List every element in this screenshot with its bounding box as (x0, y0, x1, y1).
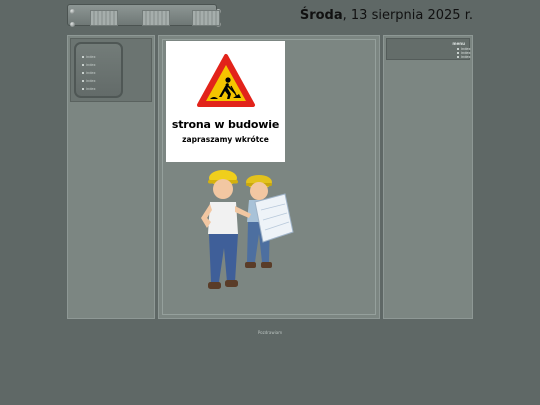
footer-text: Pozdrawiam (257, 330, 283, 335)
left-column: index index index index index (67, 35, 155, 319)
bullet-icon (457, 48, 459, 50)
current-date-text: , 13 sierpnia 2025 r. (342, 8, 473, 23)
left-menu-item-label: index (86, 87, 96, 91)
left-menu-panel: index index index index index (70, 38, 152, 102)
right-column: menu index index index (383, 35, 473, 319)
left-menu-item[interactable]: index (82, 71, 96, 75)
bullet-icon (82, 56, 84, 58)
construction-workers-illustration (201, 170, 294, 289)
main-content: strona w budowie zapraszamy wkrótce (158, 35, 380, 319)
right-menu: menu index index index (386, 38, 471, 60)
left-menu: index index index index index (74, 42, 123, 98)
header-tile (90, 10, 118, 26)
left-menu-item-label: index (86, 55, 96, 59)
left-menu-item-label: index (86, 71, 96, 75)
right-menu-item[interactable]: index (457, 55, 471, 59)
bullet-icon (457, 52, 459, 54)
bullet-icon (82, 72, 84, 74)
header-tile (192, 10, 220, 26)
left-menu-item[interactable]: index (82, 87, 96, 91)
bullet-icon (82, 88, 84, 90)
left-menu-item[interactable]: index (82, 79, 96, 83)
right-menu-item-label: index (461, 55, 471, 59)
current-day: Środa (299, 8, 343, 23)
left-menu-item[interactable]: index (82, 55, 96, 59)
rivet-icon (70, 9, 75, 14)
header-decoration (67, 4, 221, 27)
under-construction-warning-icon (197, 54, 255, 107)
header-tile (142, 10, 170, 26)
bullet-icon (82, 80, 84, 82)
current-date: Środa, 13 sierpnia 2025 r. (300, 8, 473, 23)
left-menu-item[interactable]: index (82, 63, 96, 67)
left-menu-item-label: index (86, 63, 96, 67)
left-menu-item-label: index (86, 79, 96, 83)
right-menu-title: menu (452, 41, 465, 46)
bullet-icon (457, 56, 459, 58)
under-construction-sign: strona w budowie zapraszamy wkrótce (166, 41, 285, 162)
rivet-icon (70, 22, 75, 27)
sign-title: strona w budowie (171, 118, 280, 131)
sign-subtitle: zapraszamy wkrótce (182, 135, 269, 144)
header: Środa, 13 sierpnia 2025 r. (67, 2, 473, 29)
bullet-icon (82, 64, 84, 66)
